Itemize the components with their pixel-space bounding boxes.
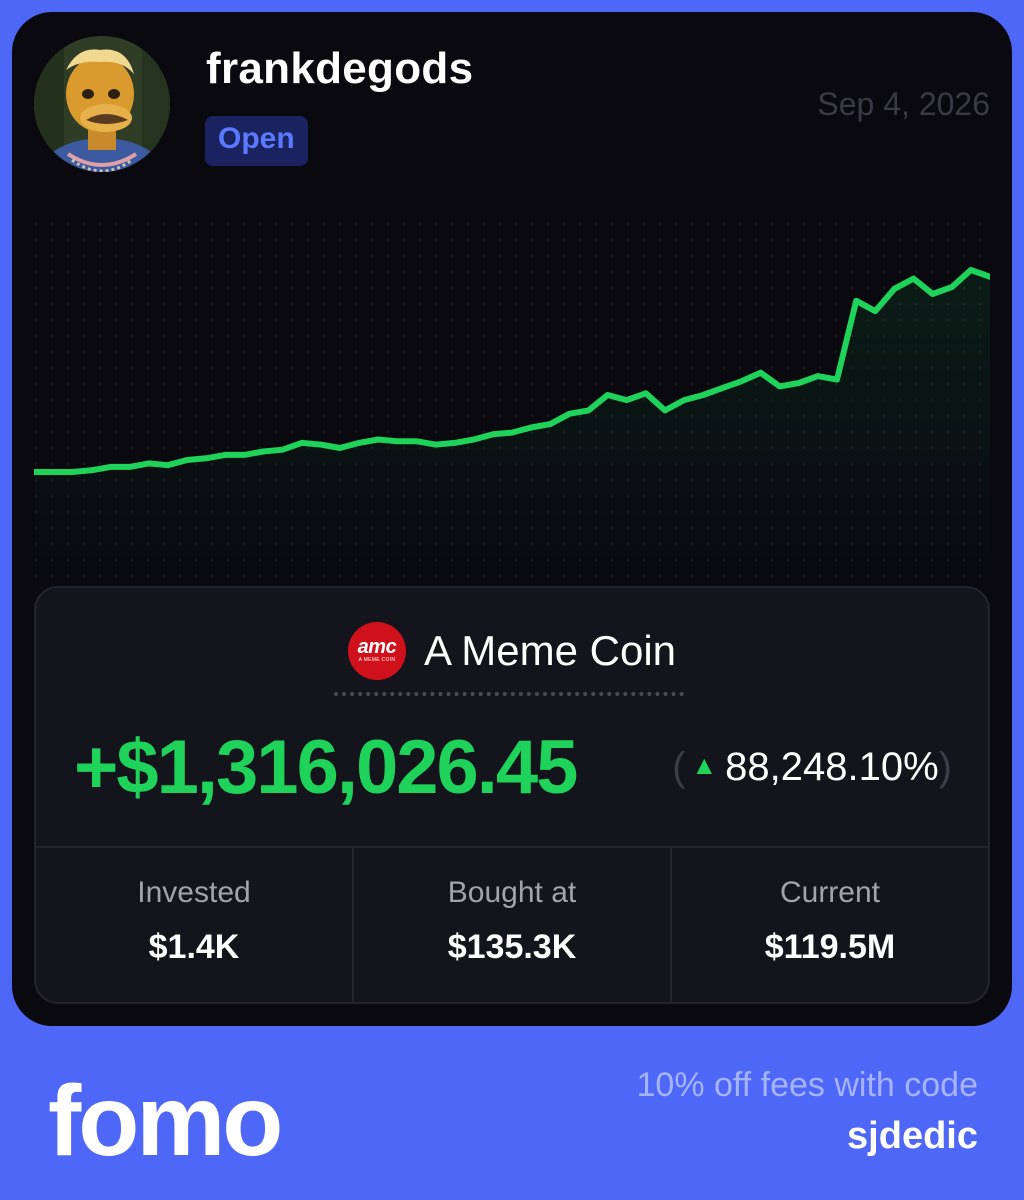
- stat-label: Bought at: [447, 876, 577, 909]
- trade-summary-panel: amc A MEME COIN A Meme Coin +$1,316,026.…: [34, 586, 990, 1004]
- paren-open: (: [672, 744, 686, 789]
- ape-avatar-icon: [34, 36, 170, 172]
- pnl-chart: [34, 222, 990, 582]
- brand-logo[interactable]: fomo: [48, 1064, 283, 1179]
- stat-value: $119.5M: [764, 928, 896, 966]
- up-arrow-icon: ▲: [691, 749, 718, 780]
- position-date: Sep 4, 2026: [817, 86, 990, 122]
- avatar[interactable]: [34, 36, 170, 172]
- coin-name: A Meme Coin: [423, 627, 677, 674]
- promo-code[interactable]: sjdedic: [637, 1115, 978, 1158]
- pnl-row: +$1,316,026.45 ( ▲ 88,248.10% ): [74, 722, 952, 812]
- stat-current: Current $119.5M: [672, 848, 988, 1002]
- stat-invested: Invested $1.4K: [36, 848, 354, 1002]
- pnl-percent: ( ▲ 88,248.10% ): [672, 745, 952, 790]
- stat-label: Current: [779, 876, 881, 909]
- coin-logo-text: amc: [357, 636, 397, 658]
- stat-bought-at: Bought at $135.3K: [354, 848, 672, 1002]
- coin-logo-icon: amc A MEME COIN: [347, 622, 406, 680]
- pnl-percent-value: 88,248.10%: [725, 744, 939, 789]
- position-card: frankdegods Open Sep 4, 2026 amc A MEME …: [12, 12, 1012, 1026]
- promo-block: 10% off fees with code sjdedic: [637, 1066, 978, 1158]
- promo-text: 10% off fees with code: [636, 1066, 978, 1104]
- coin-logo-subtext: A MEME COIN: [358, 657, 396, 663]
- coin-header[interactable]: amc A MEME COIN A Meme Coin: [36, 622, 988, 680]
- coin-name-underline: [334, 692, 684, 696]
- status-badge: Open: [205, 116, 308, 166]
- stat-label: Invested: [137, 876, 251, 909]
- pnl-amount: +$1,316,026.45: [74, 724, 578, 810]
- username[interactable]: frankdegods: [206, 44, 473, 94]
- stat-value: $1.4K: [148, 928, 240, 966]
- paren-close: ): [938, 744, 952, 789]
- stat-value: $135.3K: [447, 928, 577, 966]
- stats-row: Invested $1.4K Bought at $135.3K Current…: [36, 846, 988, 1002]
